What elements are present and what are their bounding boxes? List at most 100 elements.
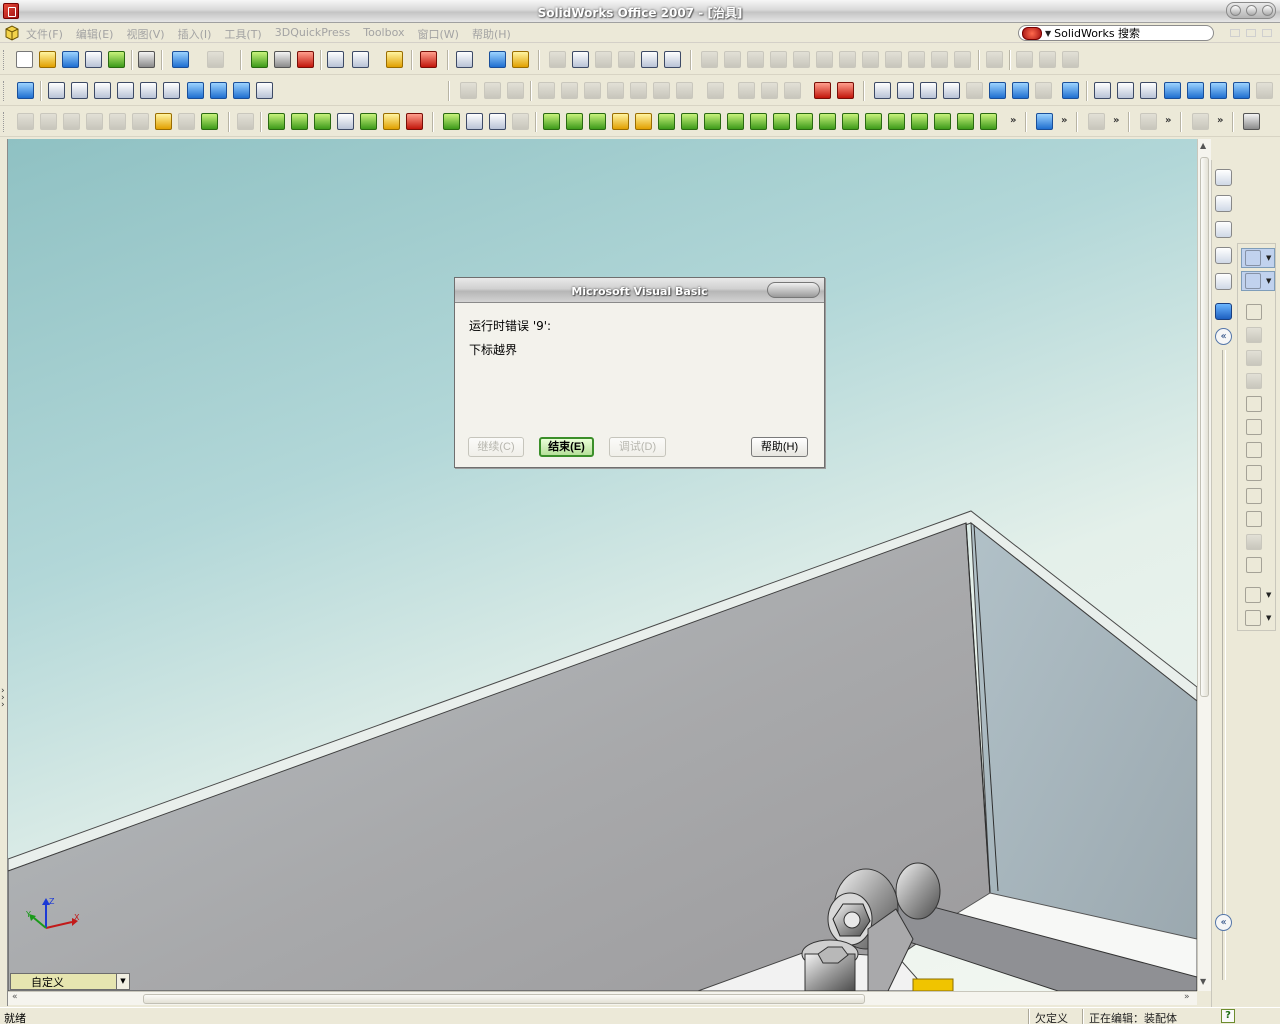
selection-filter-k-icon[interactable] — [773, 113, 790, 130]
window-controls[interactable] — [1226, 2, 1276, 19]
file-properties-icon[interactable] — [352, 51, 369, 68]
help-icon[interactable] — [512, 51, 529, 68]
insert-component-right-icon[interactable] — [1245, 250, 1261, 266]
toolbar-grip[interactable] — [3, 81, 6, 101]
scroll-down-icon[interactable]: ▼ — [1200, 977, 1206, 986]
chevron-down-icon[interactable]: ▼ — [1266, 591, 1271, 599]
menu-view[interactable]: 视图(V) — [126, 26, 164, 42]
selection-filter-f-icon[interactable] — [658, 113, 675, 130]
collision-detection-icon[interactable] — [1246, 465, 1262, 481]
vertical-scroll-thumb[interactable] — [1200, 157, 1209, 697]
selection-filter-i-icon[interactable] — [727, 113, 744, 130]
normal-to-icon[interactable] — [256, 82, 273, 99]
dimxpert-icon[interactable] — [1243, 113, 1260, 130]
open-folder-icon[interactable] — [39, 51, 56, 68]
rotate-view-icon[interactable] — [989, 82, 1006, 99]
selection-filter-r-icon[interactable] — [934, 113, 951, 130]
minimize-button[interactable] — [1229, 5, 1241, 16]
toolbar-overflow-icon[interactable]: » — [1165, 115, 1171, 126]
scroll-left-icon[interactable]: « — [12, 992, 18, 1002]
options-grid-icon[interactable] — [327, 51, 344, 68]
toolbar-overflow-icon[interactable]: » — [1061, 115, 1067, 126]
smart-mates-icon[interactable] — [1246, 304, 1262, 320]
move-arrows-icon[interactable] — [641, 51, 658, 68]
view-isometric-icon[interactable] — [187, 82, 204, 99]
reference-geometry-icon[interactable] — [406, 113, 423, 130]
hole-wizard-icon[interactable] — [201, 113, 218, 130]
weld-icon[interactable] — [155, 113, 172, 130]
selection-filter-c-icon[interactable] — [589, 113, 606, 130]
shaded-icon[interactable] — [1187, 82, 1204, 99]
view-back-icon[interactable] — [71, 82, 88, 99]
selection-filter-t-icon[interactable] — [980, 113, 997, 130]
assembly-features-icon[interactable] — [383, 113, 400, 130]
selection-filter-q-icon[interactable] — [911, 113, 928, 130]
vertical-scrollbar[interactable]: ▲ ▼ — [1197, 139, 1211, 991]
solidworks-search[interactable]: ▼ SolidWorks 搜索 — [1018, 25, 1214, 41]
chevron-down-icon[interactable]: ▼ — [1266, 254, 1271, 262]
appearance-icon[interactable] — [1036, 113, 1053, 130]
zoom-in-out-icon[interactable] — [943, 82, 960, 99]
rotate-component-icon[interactable] — [1246, 442, 1262, 458]
shaded-with-edges-icon[interactable] — [1164, 82, 1181, 99]
menu-tools[interactable]: 工具(T) — [224, 26, 261, 42]
menu-edit[interactable]: 编辑(E) — [76, 26, 114, 42]
horizontal-scrollbar[interactable]: « » — [8, 991, 1197, 1005]
bill-of-materials-icon[interactable] — [1246, 557, 1262, 573]
close-button[interactable] — [1261, 5, 1273, 16]
hammer-icon[interactable] — [1246, 488, 1262, 504]
chevron-down-icon[interactable]: ▼ — [1266, 614, 1271, 622]
filter-icon[interactable] — [443, 113, 460, 130]
save-icon[interactable] — [62, 51, 79, 68]
pan-icon[interactable] — [1012, 82, 1029, 99]
anchor-icon[interactable] — [17, 82, 34, 99]
scroll-right-icon[interactable]: » — [1184, 992, 1190, 1002]
view-front-icon[interactable] — [48, 82, 65, 99]
wireframe-icon[interactable] — [1094, 82, 1111, 99]
view-bottom-icon[interactable] — [163, 82, 180, 99]
interference-icon[interactable] — [837, 82, 854, 99]
file-explorer-icon[interactable] — [1215, 221, 1232, 238]
make-assembly-icon[interactable] — [108, 51, 125, 68]
selection-filter-m-icon[interactable] — [819, 113, 836, 130]
mate-icon[interactable] — [291, 113, 308, 130]
chevron-down-icon[interactable]: ▼ — [116, 974, 129, 989]
selection-filter-s-icon[interactable] — [957, 113, 974, 130]
debug-button[interactable]: 调试(D) — [609, 437, 666, 457]
select-filter-icon[interactable] — [466, 113, 483, 130]
toolbar-grip[interactable] — [3, 50, 6, 70]
sensor-icon[interactable] — [814, 82, 831, 99]
scroll-up-icon[interactable]: ▲ — [1200, 141, 1206, 150]
hidden-lines-visible-icon[interactable] — [1117, 82, 1134, 99]
view-left-icon[interactable] — [94, 82, 111, 99]
menu-help[interactable]: 帮助(H) — [472, 26, 511, 42]
select-other-icon[interactable] — [274, 51, 291, 68]
chevron-down-icon[interactable]: ▼ — [1266, 277, 1271, 285]
selection-filter-a-icon[interactable] — [543, 113, 560, 130]
pin-icon[interactable] — [1246, 419, 1262, 435]
selection-filter-o-icon[interactable] — [865, 113, 882, 130]
assembly-xpert-icon[interactable] — [1246, 511, 1262, 527]
macro-icon[interactable] — [386, 51, 403, 68]
selection-filter-h-icon[interactable] — [704, 113, 721, 130]
explode-view-icon[interactable] — [1246, 396, 1262, 412]
mate-right-icon[interactable] — [1245, 273, 1261, 289]
solidworks-logo-icon[interactable] — [4, 25, 20, 41]
selection-filter-j-icon[interactable] — [750, 113, 767, 130]
toolbar-overflow-icon[interactable]: » — [1113, 115, 1119, 126]
selection-filter-d-icon[interactable] — [612, 113, 629, 130]
view-trimetric-icon[interactable] — [210, 82, 227, 99]
horizontal-scroll-thumb[interactable] — [143, 994, 865, 1004]
dialog-close-button[interactable] — [767, 282, 820, 298]
realview-icon[interactable] — [1233, 82, 1250, 99]
solidworks-resources-icon[interactable] — [1215, 169, 1232, 186]
insert-component-icon[interactable] — [268, 113, 285, 130]
view-palette-icon[interactable] — [1215, 273, 1232, 290]
selection-filter-e-icon[interactable] — [635, 113, 652, 130]
make-drawing-icon[interactable] — [85, 51, 102, 68]
search-dropdown-icon[interactable]: ▼ — [1045, 29, 1051, 38]
toolbar-grip[interactable] — [3, 112, 6, 132]
selection-filter-l-icon[interactable] — [796, 113, 813, 130]
gear-icon[interactable] — [1245, 610, 1261, 626]
view-orientation-select[interactable]: 自定义 ▼ — [10, 973, 130, 990]
